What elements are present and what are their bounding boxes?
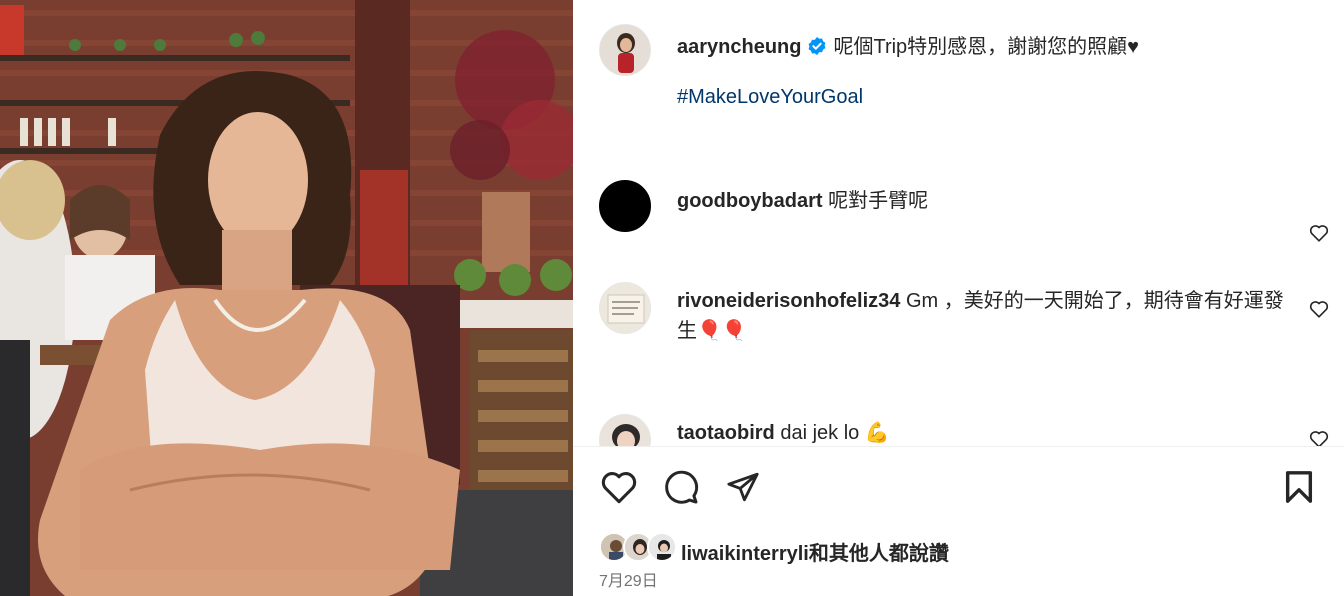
liker-avatar: [647, 532, 677, 562]
photo-illustration: [0, 0, 573, 596]
comment-like-heart-icon[interactable]: [1309, 224, 1329, 247]
verified-badge-icon: [807, 36, 827, 62]
like-button[interactable]: [599, 467, 639, 507]
comment-username[interactable]: rivoneiderisonhofeliz34: [677, 290, 900, 312]
comment-item: goodboybadart 呢對手臂呢: [599, 180, 1329, 242]
comment-like-heart-icon[interactable]: [1309, 430, 1329, 446]
share-button[interactable]: [723, 467, 763, 507]
comment-like-heart-icon[interactable]: [1309, 300, 1329, 323]
commenter-avatar-image: [600, 415, 650, 446]
paper-plane-icon: [727, 472, 759, 502]
post-photo: [0, 0, 573, 596]
commenter-avatar[interactable]: [599, 414, 651, 446]
comment-username[interactable]: goodboybadart: [677, 190, 823, 212]
save-button[interactable]: [1279, 467, 1319, 507]
author-avatar-image: [600, 25, 650, 75]
bookmark-icon: [1285, 471, 1313, 503]
commenter-avatar[interactable]: [599, 282, 651, 334]
post-details-panel: aaryncheung 呢個Trip特別感恩，謝謝您的照顧♥ #MakeLoveY…: [573, 0, 1344, 596]
liker-username[interactable]: liwaikinterryli: [681, 543, 809, 565]
comment-username[interactable]: taotaobird: [677, 422, 775, 444]
heart-outline-icon: [601, 472, 637, 504]
caption: aaryncheung 呢個Trip特別感恩，謝謝您的照顧♥: [677, 30, 1139, 62]
likes-text: liwaikinterryli和其他人都說讚: [681, 537, 949, 566]
speech-bubble-icon: [665, 470, 699, 504]
hashtag-link[interactable]: #MakeLoveYourGoal: [677, 86, 863, 109]
comment-button[interactable]: [661, 467, 701, 507]
comment-item: taotaobird dai jek lo 💪: [599, 414, 1329, 446]
comment-item: rivoneiderisonhofeliz34 Gm ，美好的一天開始了，期待會…: [599, 282, 1329, 352]
likes-suffix: 和其他人都說讚: [808, 543, 949, 565]
commenter-avatar[interactable]: [599, 180, 651, 232]
author-username[interactable]: aaryncheung: [677, 36, 801, 58]
likes-summary[interactable]: liwaikinterryli和其他人都說讚: [599, 530, 1319, 566]
action-bar: [599, 467, 1319, 507]
author-avatar[interactable]: [599, 24, 651, 76]
comments-list[interactable]: goodboybadart 呢對手臂呢 rivoneiderisonhofeli…: [573, 150, 1344, 446]
comment-text: dai jek lo 💪: [780, 422, 890, 444]
post-date[interactable]: 7月29日: [599, 567, 658, 591]
divider: [573, 446, 1344, 447]
comment-text: 呢對手臂呢: [828, 190, 929, 212]
caption-text: 呢個Trip特別感恩，謝謝您的照顧♥: [833, 36, 1140, 58]
commenter-avatar-image: [600, 283, 650, 333]
